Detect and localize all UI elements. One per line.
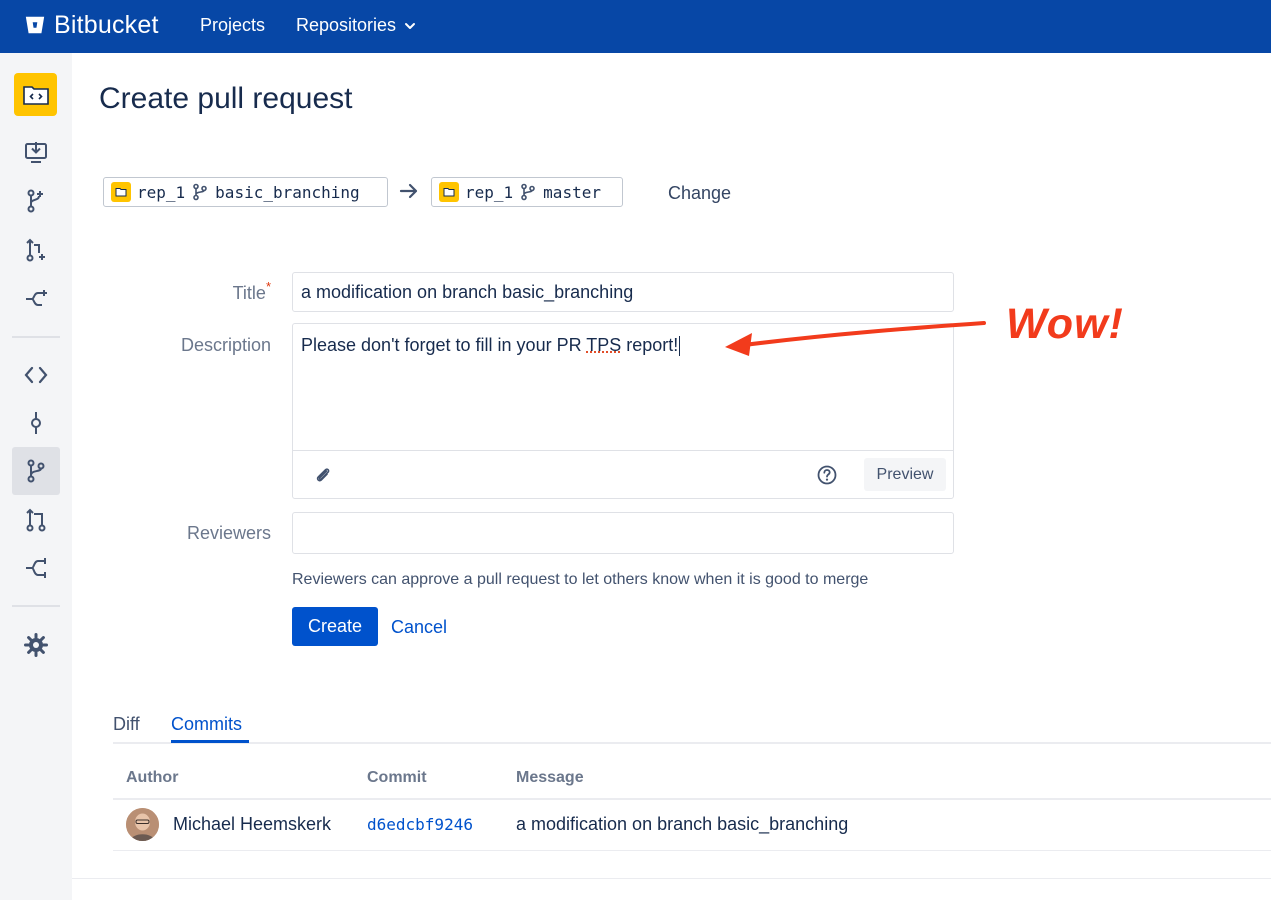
- sidebar-create-branch[interactable]: [12, 177, 60, 225]
- description-text[interactable]: Please don't forget to fill in your PR T…: [301, 335, 681, 357]
- sidebar-create-fork[interactable]: [12, 275, 60, 323]
- nav-projects-label: Projects: [200, 15, 266, 35]
- column-header-message: Message: [516, 769, 584, 786]
- description-label: Description: [180, 335, 271, 355]
- chevron-down-icon: [405, 22, 416, 29]
- tabs-divider: [113, 742, 1271, 744]
- user-avatar-icon: [126, 808, 159, 841]
- reviewers-input[interactable]: [292, 512, 954, 554]
- bitbucket-logo[interactable]: Bitbucket: [24, 10, 159, 40]
- source-branch-name: basic_branching: [215, 182, 360, 202]
- settings-gear-icon: [24, 633, 48, 657]
- source-repo-name: rep_1: [137, 182, 186, 202]
- sidebar-divider: [12, 336, 60, 338]
- branches-icon: [27, 459, 45, 483]
- create-button[interactable]: Create: [292, 607, 378, 646]
- commit-hash-link[interactable]: d6edcbf9246: [367, 815, 473, 834]
- avatar[interactable]: [126, 808, 159, 841]
- branch-icon: [519, 183, 537, 201]
- change-branches-link[interactable]: Change: [668, 183, 731, 204]
- sidebar-divider: [12, 605, 60, 607]
- misspelled-word: TPS: [586, 335, 622, 355]
- preview-button[interactable]: Preview: [864, 458, 946, 491]
- code-folder-icon: [22, 85, 49, 105]
- sidebar-settings[interactable]: [12, 621, 60, 669]
- sidebar-create-pull-request[interactable]: [12, 226, 60, 274]
- tab-diff[interactable]: Diff: [113, 714, 140, 735]
- sidebar-pull-requests[interactable]: [12, 496, 60, 544]
- nav-projects[interactable]: Projects: [200, 15, 265, 36]
- target-repo-name: rep_1: [465, 182, 514, 202]
- create-pull-request-icon: [26, 238, 45, 262]
- source-branch-selector[interactable]: rep_1 basic_branching: [103, 177, 388, 207]
- sidebar-branches[interactable]: [12, 447, 60, 495]
- repository-sidebar: [0, 53, 72, 900]
- top-navigation-bar: Bitbucket Projects Repositories: [0, 0, 1271, 53]
- annotation-text: Wow!: [1006, 300, 1124, 348]
- paperclip-icon[interactable]: [313, 465, 333, 485]
- repository-folder-icon: [111, 182, 131, 202]
- sidebar-commits[interactable]: [12, 399, 60, 447]
- title-input[interactable]: a modification on branch basic_branching: [292, 272, 954, 312]
- active-tab-indicator: [171, 740, 249, 743]
- description-toolbar: Preview: [293, 450, 953, 498]
- sidebar-clone[interactable]: [12, 128, 60, 176]
- fork-icon: [26, 290, 47, 306]
- target-branch-selector[interactable]: rep_1 master: [431, 177, 623, 207]
- help-icon[interactable]: [816, 464, 838, 486]
- create-branch-icon: [27, 189, 43, 213]
- repository-folder-icon: [439, 182, 459, 202]
- annotation-arrow: [725, 321, 986, 356]
- nav-repositories-dropdown[interactable]: Repositories: [296, 15, 416, 36]
- page-title: Create pull request: [99, 82, 353, 115]
- commit-author: Michael Heemskerk: [173, 814, 332, 834]
- sidebar-forks[interactable]: [12, 544, 60, 592]
- forks-icon: [26, 558, 46, 578]
- table-row-divider: [113, 850, 1271, 851]
- commit-message: a modification on branch basic_branching: [516, 814, 849, 834]
- pull-requests-icon: [26, 508, 46, 532]
- cancel-link[interactable]: Cancel: [391, 617, 447, 638]
- source-code-icon: [24, 366, 48, 384]
- column-header-author: Author: [126, 769, 179, 786]
- arrow-right-icon: [399, 183, 418, 199]
- reviewers-hint: Reviewers can approve a pull request to …: [292, 571, 869, 588]
- table-header-divider: [113, 798, 1271, 800]
- commits-icon: [31, 412, 41, 434]
- sidebar-source[interactable]: [12, 351, 60, 399]
- title-label: Title*: [232, 279, 271, 303]
- reviewers-label: Reviewers: [186, 523, 271, 543]
- title-input-value: a modification on branch basic_branching: [301, 281, 634, 302]
- page-section-divider: [72, 878, 1271, 879]
- tab-commits[interactable]: Commits: [171, 714, 242, 735]
- target-branch-name: master: [543, 182, 601, 202]
- required-mark: *: [265, 279, 271, 294]
- column-header-commit: Commit: [367, 769, 427, 786]
- nav-repositories-label: Repositories: [296, 15, 397, 35]
- text-cursor: [679, 336, 681, 357]
- brand-name: Bitbucket: [54, 10, 159, 39]
- clone-download-icon: [25, 142, 47, 163]
- repository-avatar[interactable]: [14, 73, 57, 116]
- branch-icon: [191, 183, 209, 201]
- bitbucket-bucket-icon: [25, 16, 45, 34]
